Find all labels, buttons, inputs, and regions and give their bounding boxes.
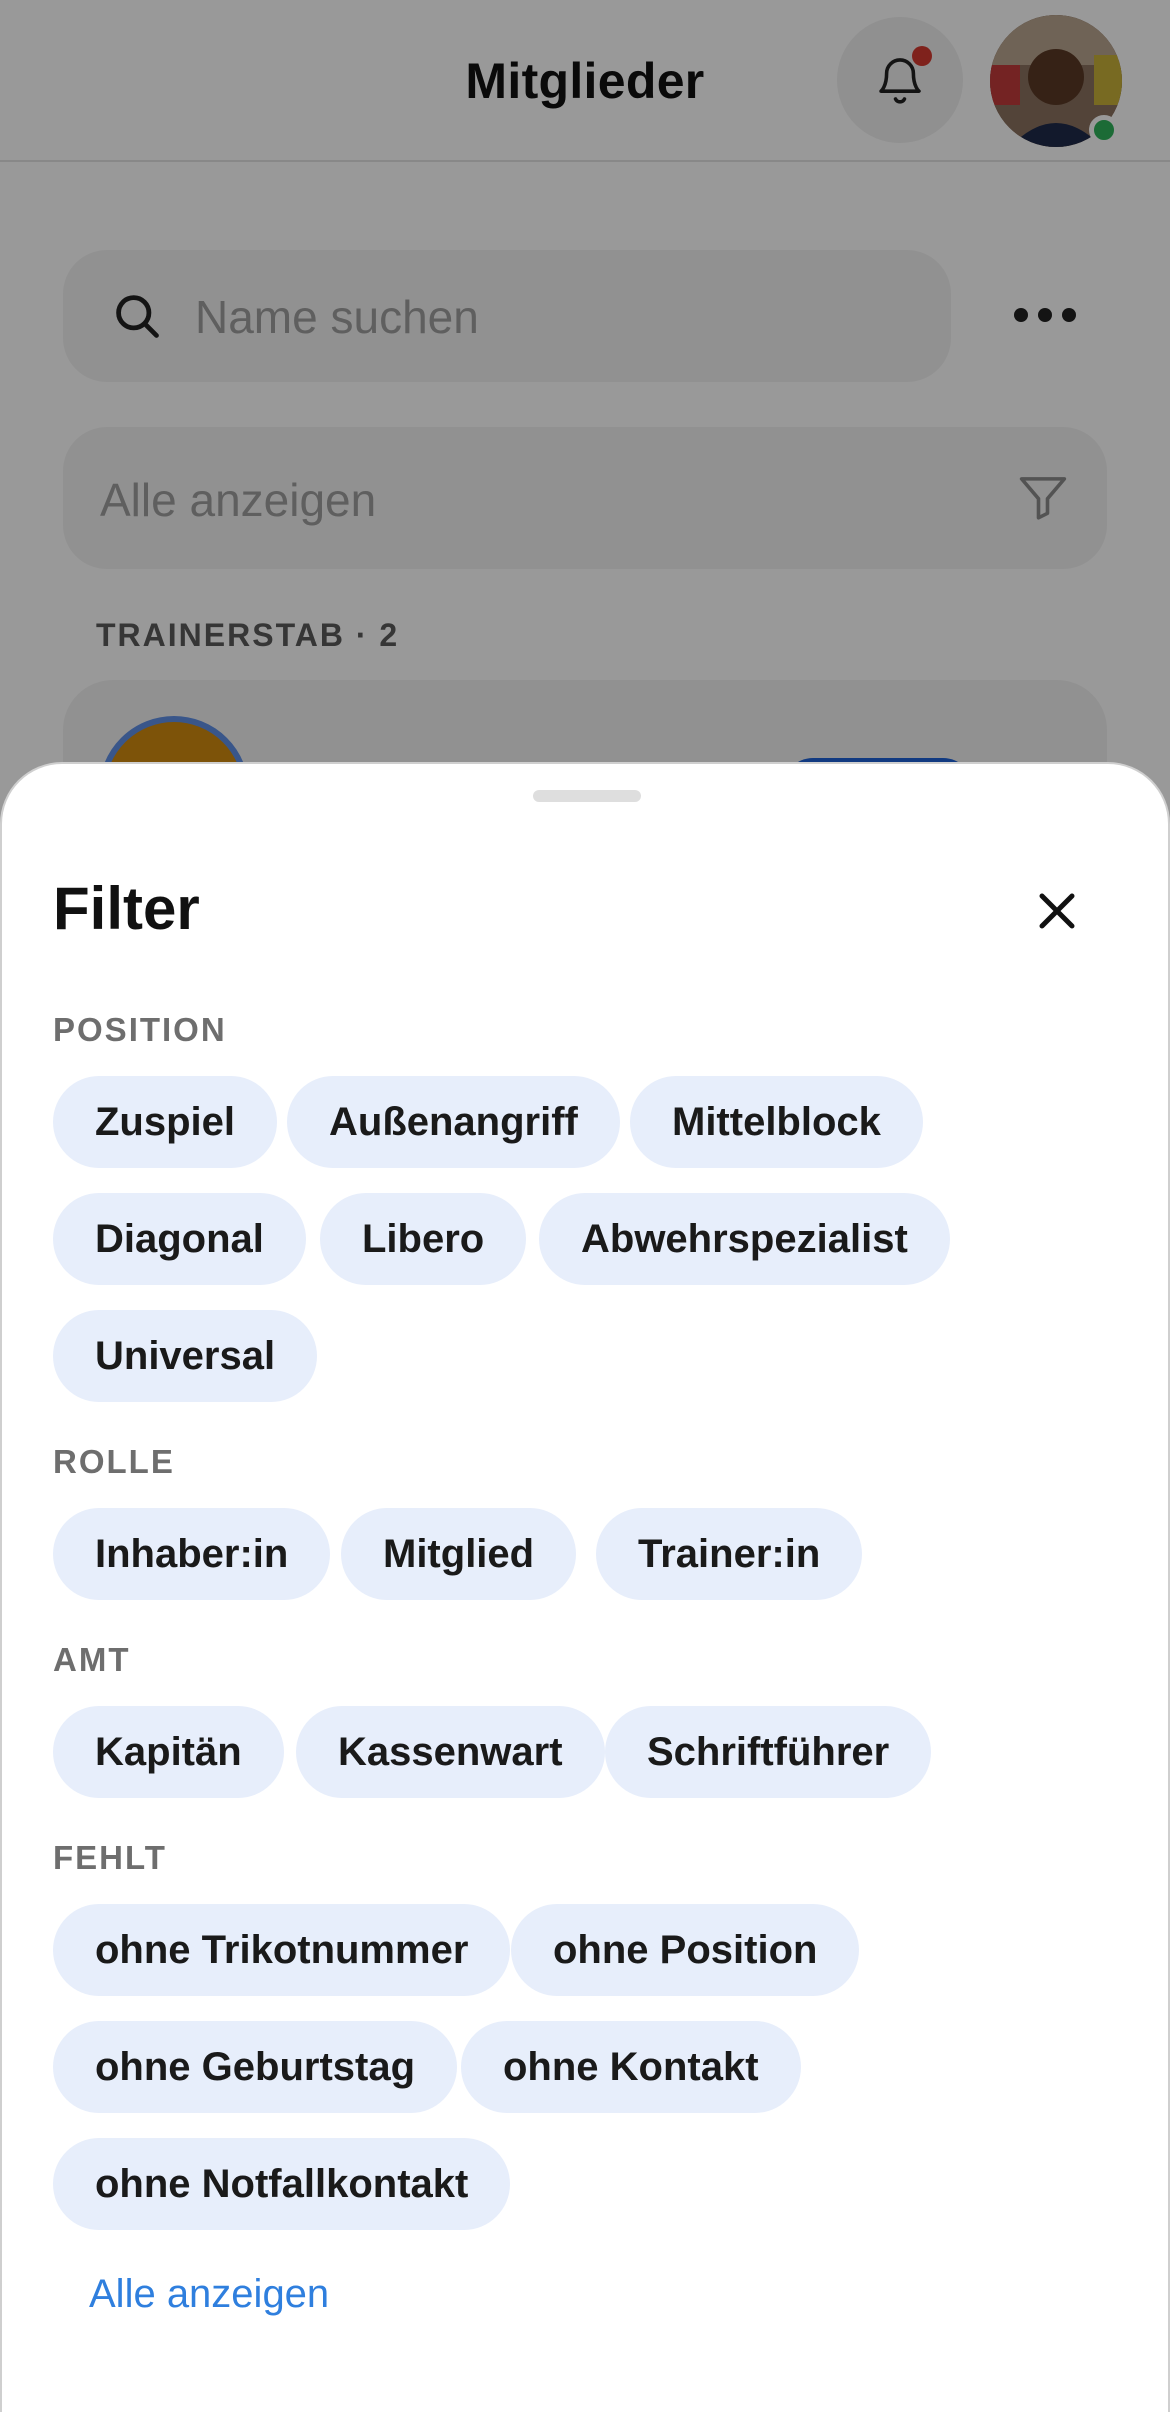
chip-ohne-geburtstag[interactable]: ohne Geburtstag	[53, 2021, 458, 2113]
sheet-title: Filter	[53, 875, 200, 942]
chip-mitglied[interactable]: Mitglied	[341, 1508, 577, 1600]
chip-ohne-kontakt[interactable]: ohne Kontakt	[461, 2021, 801, 2113]
chip-trainerin[interactable]: Trainer:in	[596, 1508, 863, 1600]
group-label-amt: AMT	[53, 1641, 131, 1678]
chip-inhaberin[interactable]: Inhaber:in	[53, 1508, 331, 1600]
chip-kassenwart[interactable]: Kassenwart	[296, 1706, 605, 1798]
chip-ohne-position[interactable]: ohne Position	[511, 1904, 860, 1996]
group-label-position: POSITION	[53, 1011, 227, 1048]
filter-sheet: Filter POSITION Zuspiel Außenangriff Mit…	[0, 762, 1170, 2412]
chip-schriftfuehrer[interactable]: Schriftführer	[605, 1706, 932, 1798]
chip-diagonal[interactable]: Diagonal	[53, 1193, 306, 1285]
chip-aussenangriff[interactable]: Außenangriff	[287, 1076, 620, 1168]
group-label-fehlt: FEHLT	[53, 1839, 167, 1876]
chip-libero[interactable]: Libero	[320, 1193, 527, 1285]
chip-ohne-notfallkontakt[interactable]: ohne Notfallkontakt	[53, 2138, 511, 2230]
chip-zuspiel[interactable]: Zuspiel	[53, 1076, 278, 1168]
close-button[interactable]	[1022, 876, 1092, 946]
close-icon	[1039, 893, 1075, 929]
chip-ohne-trikotnummer[interactable]: ohne Trikotnummer	[53, 1904, 511, 1996]
group-label-rolle: ROLLE	[53, 1443, 175, 1480]
chip-abwehrspezialist[interactable]: Abwehrspezialist	[539, 1193, 950, 1285]
chip-kapitaen[interactable]: Kapitän	[53, 1706, 284, 1798]
show-all-link[interactable]: Alle anzeigen	[89, 2272, 329, 2317]
chip-universal[interactable]: Universal	[53, 1310, 318, 1402]
sheet-drag-handle[interactable]	[533, 790, 641, 802]
chip-mittelblock[interactable]: Mittelblock	[630, 1076, 923, 1168]
